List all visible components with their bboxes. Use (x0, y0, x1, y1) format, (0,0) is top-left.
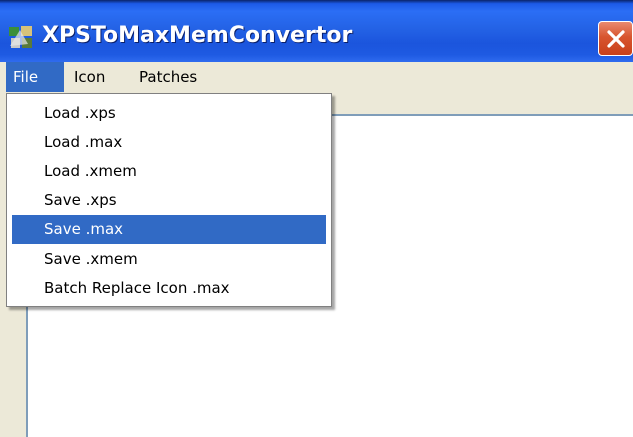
close-button[interactable] (598, 21, 633, 56)
menu-item-save-xmem[interactable]: Save .xmem (12, 245, 326, 274)
menu-item-load-xps[interactable]: Load .xps (12, 99, 326, 128)
menu-icon[interactable]: Icon (74, 62, 105, 92)
app-icon (8, 24, 34, 50)
app-window: XPSToMaxMemConvertor File Icon Patches L… (0, 0, 633, 437)
menu-bar: File Icon Patches (0, 62, 633, 92)
close-icon (607, 30, 625, 48)
menu-item-save-xps[interactable]: Save .xps (12, 186, 326, 215)
menu-patches[interactable]: Patches (139, 62, 197, 92)
menu-item-load-max[interactable]: Load .max (12, 128, 326, 157)
menu-file[interactable]: File (6, 62, 64, 92)
file-menu-dropdown: Load .xps Load .max Load .xmem Save .xps… (6, 93, 332, 307)
menu-item-batch-replace-icon-max[interactable]: Batch Replace Icon .max (12, 274, 326, 303)
title-bar[interactable]: XPSToMaxMemConvertor (0, 0, 633, 62)
menu-item-load-xmem[interactable]: Load .xmem (12, 157, 326, 186)
menu-item-save-max[interactable]: Save .max (12, 215, 326, 244)
window-title: XPSToMaxMemConvertor (42, 23, 353, 48)
